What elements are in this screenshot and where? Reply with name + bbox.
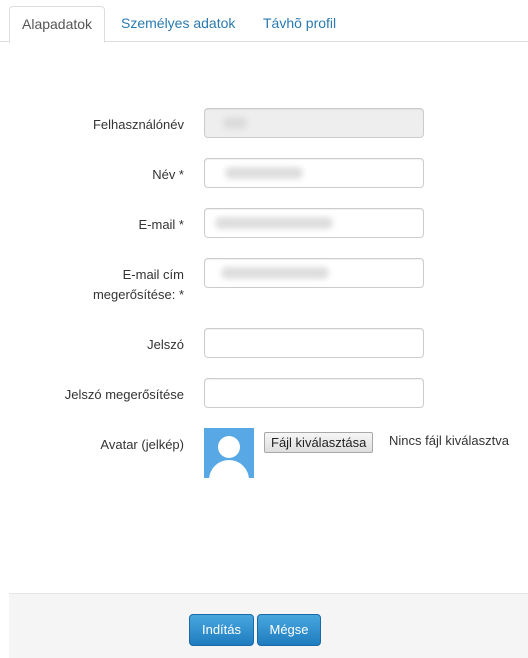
email-field[interactable] bbox=[204, 208, 424, 238]
file-status-text: Nincs fájl kiválasztva bbox=[389, 433, 509, 448]
password-label: Jelszó bbox=[147, 337, 184, 352]
avatar bbox=[204, 428, 254, 478]
avatar-head-shape bbox=[218, 436, 240, 458]
email-label: E-mail * bbox=[138, 217, 184, 232]
tab-bar: Alapadatok Személyes adatok Távhõ profil bbox=[0, 0, 528, 43]
username-value-obscured bbox=[223, 117, 247, 129]
email-confirm-field[interactable] bbox=[204, 258, 424, 288]
submit-button[interactable]: Indítás bbox=[189, 614, 254, 646]
email-confirm-value-obscured bbox=[221, 267, 329, 279]
form-footer: Indítás Mégse bbox=[9, 593, 528, 658]
choose-file-button[interactable]: Fájl kiválasztása bbox=[264, 432, 374, 453]
email-value-obscured bbox=[215, 217, 333, 229]
password-field[interactable] bbox=[204, 328, 424, 358]
avatar-label: Avatar (jelkép) bbox=[100, 437, 184, 452]
name-field[interactable] bbox=[204, 158, 424, 188]
name-value-obscured bbox=[225, 167, 303, 179]
username-label: Felhasználónév bbox=[92, 117, 184, 132]
tab-alapadatok[interactable]: Alapadatok bbox=[9, 6, 106, 43]
tab-tavho-profil[interactable]: Távhõ profil bbox=[251, 6, 348, 42]
avatar-body-shape bbox=[209, 460, 249, 478]
cancel-button[interactable]: Mégse bbox=[257, 614, 321, 646]
password-confirm-field[interactable] bbox=[204, 378, 424, 408]
password-confirm-label: Jelszó megerősítése bbox=[64, 387, 184, 402]
username-field bbox=[204, 108, 424, 138]
email-confirm-label-line2: megerősítése: * bbox=[92, 287, 184, 302]
email-confirm-label-line1: E-mail cím bbox=[122, 267, 184, 282]
tab-szemelyes-adatok[interactable]: Személyes adatok bbox=[109, 6, 247, 42]
name-label: Név * bbox=[152, 167, 184, 182]
